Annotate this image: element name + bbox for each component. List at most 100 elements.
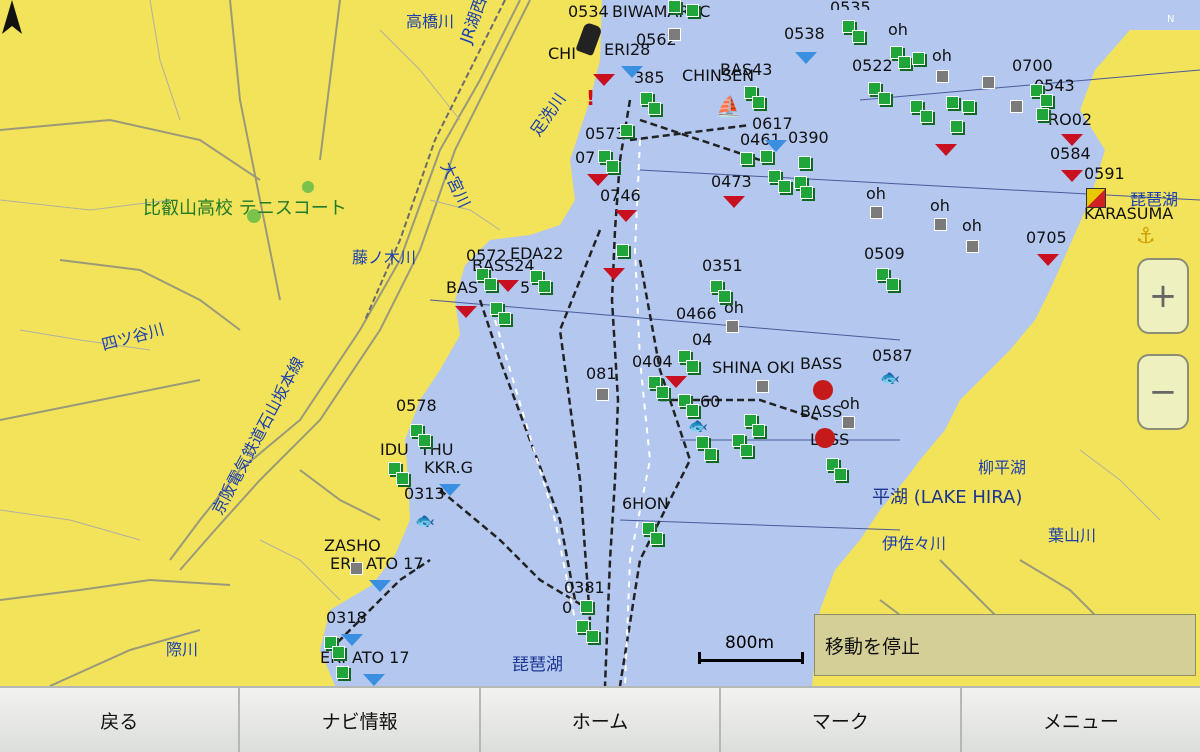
waypoint-marker[interactable] — [740, 444, 753, 457]
waypoint-label[interactable]: 04 — [692, 332, 712, 348]
back-button[interactable]: 戻る — [0, 688, 241, 752]
waypoint-marker[interactable] — [778, 180, 791, 193]
waypoint-marker[interactable] — [950, 120, 963, 133]
stop-navigation-button[interactable]: 移動を停止 — [814, 614, 1196, 676]
waypoint-marker[interactable] — [1040, 94, 1053, 107]
waypoint-label[interactable]: 0381 — [564, 580, 605, 596]
grey-waypoint-marker[interactable] — [934, 218, 947, 231]
waypoint-label[interactable]: 0538 — [784, 26, 825, 42]
fish-icon[interactable]: 🐟 — [880, 368, 900, 387]
waypoint-marker[interactable] — [912, 52, 925, 65]
waypoint-label[interactable]: 0509 — [864, 246, 905, 262]
waypoint-marker[interactable] — [962, 100, 975, 113]
waypoint-label[interactable]: 0351 — [702, 258, 743, 274]
waypoint-label[interactable]: 0318 — [326, 610, 367, 626]
grey-waypoint-marker[interactable] — [936, 70, 949, 83]
waypoint-marker[interactable] — [668, 0, 681, 13]
waypoint-label[interactable]: 0591 — [1084, 166, 1125, 182]
waypoint-marker[interactable] — [740, 152, 753, 165]
waypoint-label[interactable]: 0390 — [788, 130, 829, 146]
waypoint-marker[interactable] — [498, 312, 511, 325]
nav-info-button[interactable]: ナビ情報 — [240, 688, 481, 752]
waypoint-label[interactable]: 0522 — [852, 58, 893, 74]
waypoint-label[interactable]: ATO 17 — [366, 556, 424, 572]
waypoint-label[interactable]: 07 — [575, 150, 595, 166]
waypoint-label[interactable]: BASS — [800, 356, 842, 372]
home-button[interactable]: ホーム — [480, 688, 722, 752]
waypoint-label[interactable]: BASS — [800, 404, 842, 420]
waypoint-label[interactable]: oh — [930, 198, 950, 214]
waypoint-label[interactable]: oh — [962, 218, 982, 234]
waypoint-label[interactable]: oh — [888, 22, 908, 38]
waypoint-label[interactable]: 60 — [700, 394, 720, 410]
waypoint-label[interactable]: ATO 17 — [352, 650, 410, 666]
grey-waypoint-marker[interactable] — [842, 416, 855, 429]
waypoint-marker[interactable] — [648, 102, 661, 115]
waypoint-label[interactable]: 0535 — [830, 0, 871, 10]
grey-waypoint-marker[interactable] — [1010, 100, 1023, 113]
waypoint-label[interactable]: 0587 — [872, 348, 913, 364]
waypoint-marker[interactable] — [920, 110, 933, 123]
waypoint-marker[interactable] — [580, 600, 593, 613]
waypoint-label[interactable]: CHI — [548, 46, 576, 62]
waypoint-label[interactable]: SHINA OKI — [712, 360, 795, 376]
waypoint-label[interactable]: RO02 — [1048, 112, 1092, 128]
waypoint-marker[interactable] — [606, 160, 619, 173]
red-circle-marker[interactable] — [815, 428, 835, 448]
waypoint-marker[interactable] — [620, 124, 633, 137]
grey-waypoint-marker[interactable] — [870, 206, 883, 219]
waypoint-label[interactable]: 0534 — [568, 4, 609, 20]
waypoint-marker[interactable] — [886, 278, 899, 291]
mark-button[interactable]: マーク — [721, 688, 962, 752]
waypoint-marker[interactable] — [946, 96, 959, 109]
waypoint-marker[interactable] — [878, 92, 891, 105]
waypoint-label[interactable]: 0466 — [676, 306, 717, 322]
red-circle-marker[interactable] — [813, 380, 833, 400]
fish-icon[interactable]: 🐟 — [415, 511, 435, 530]
waypoint-marker[interactable] — [484, 278, 497, 291]
chart-map[interactable]: 高橋川 JR湖西線 足洗川 大宮川 藤ノ木川 四ツ谷川 京阪電気鉄道石山坂本線 … — [0, 0, 1200, 686]
waypoint-marker[interactable] — [852, 30, 865, 43]
waypoint-label[interactable]: BAS — [446, 280, 478, 296]
waypoint-label[interactable]: 081 — [586, 366, 617, 382]
menu-button[interactable]: メニュー — [961, 688, 1200, 752]
waypoint-label[interactable]: oh — [932, 48, 952, 64]
waypoint-marker[interactable] — [616, 244, 629, 257]
waypoint-marker[interactable] — [336, 666, 349, 679]
waypoint-label[interactable]: 6HON — [622, 496, 669, 512]
waypoint-label[interactable]: IDU — [380, 442, 409, 458]
waypoint-label[interactable]: 0584 — [1050, 146, 1091, 162]
waypoint-marker[interactable] — [686, 360, 699, 373]
north-arrow-icon[interactable] — [0, 0, 24, 36]
waypoint-marker[interactable] — [650, 532, 663, 545]
waypoint-marker[interactable] — [586, 630, 599, 643]
waypoint-label[interactable]: ERI28 — [604, 42, 650, 58]
waypoint-marker[interactable] — [418, 434, 431, 447]
waypoint-marker[interactable] — [1036, 108, 1049, 121]
grey-waypoint-marker[interactable] — [756, 380, 769, 393]
grey-waypoint-marker[interactable] — [966, 240, 979, 253]
waypoint-label[interactable]: CHINSEN — [682, 68, 754, 84]
waypoint-label[interactable]: oh — [840, 396, 860, 412]
waypoint-marker[interactable] — [538, 280, 551, 293]
waypoint-marker[interactable] — [752, 424, 765, 437]
grey-waypoint-marker[interactable] — [668, 28, 681, 41]
waypoint-label[interactable]: 0700 — [1012, 58, 1053, 74]
waypoint-marker[interactable] — [704, 448, 717, 461]
waypoint-marker[interactable] — [834, 468, 847, 481]
waypoint-label[interactable]: 0705 — [1026, 230, 1067, 246]
waypoint-label[interactable]: 0 — [562, 600, 572, 616]
grey-waypoint-marker[interactable] — [726, 320, 739, 333]
waypoint-label[interactable]: KARASUMA — [1084, 206, 1173, 222]
waypoint-label[interactable]: oh — [866, 186, 886, 202]
waypoint-marker[interactable] — [396, 472, 409, 485]
grey-waypoint-marker[interactable] — [596, 388, 609, 401]
waypoint-marker[interactable] — [798, 156, 811, 169]
zoom-in-button[interactable]: + — [1137, 258, 1189, 334]
waypoint-marker[interactable] — [752, 96, 765, 109]
waypoint-marker[interactable] — [800, 186, 813, 199]
waypoint-label[interactable]: ZASHO — [324, 538, 381, 554]
waypoint-label[interactable]: 0578 — [396, 398, 437, 414]
waypoint-marker[interactable] — [332, 646, 345, 659]
waypoint-label[interactable]: 0404 — [632, 354, 673, 370]
